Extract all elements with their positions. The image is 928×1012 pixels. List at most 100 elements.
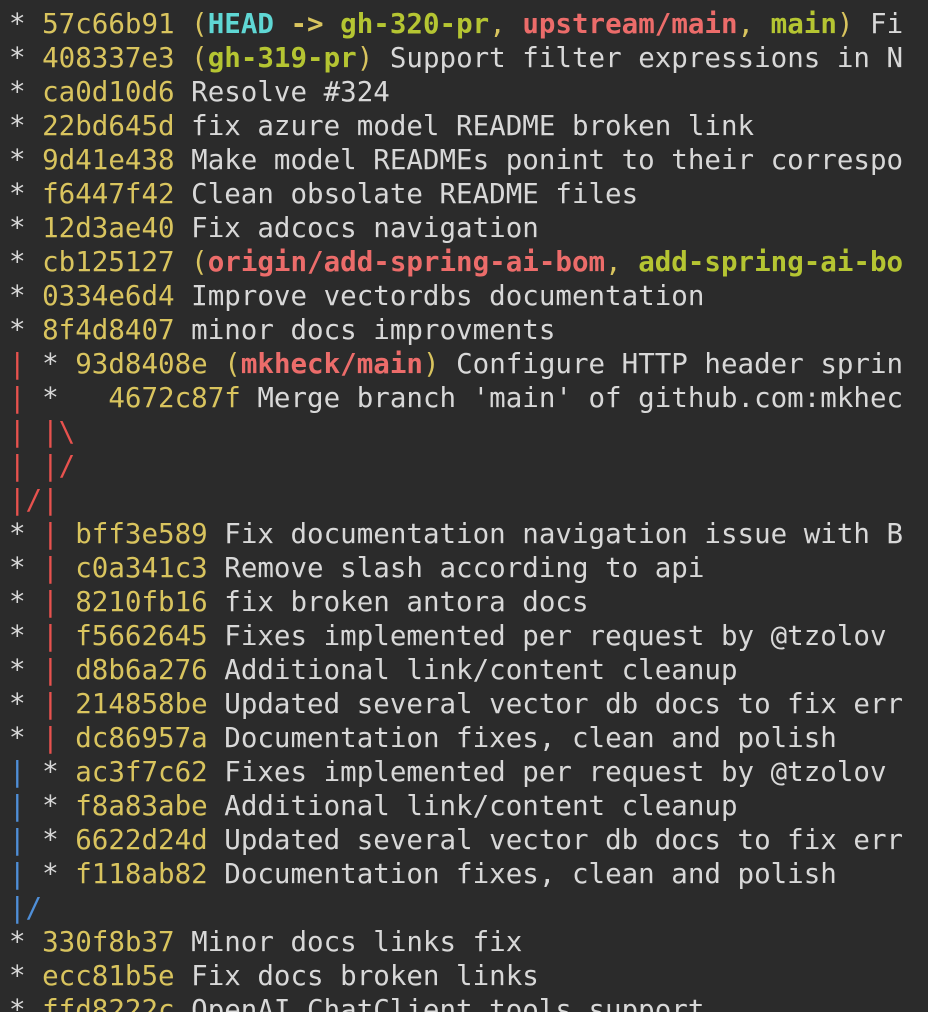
graph-edge: | bbox=[42, 484, 59, 516]
commit-node: * bbox=[9, 994, 43, 1012]
commit-node: * bbox=[9, 110, 43, 142]
commit-hash[interactable]: 8210fb16 bbox=[75, 586, 207, 618]
log-line: * 8f4d8407 minor docs improvments bbox=[0, 313, 928, 347]
ref-local-branch[interactable]: main bbox=[771, 8, 837, 40]
terminal-git-log: * 57c66b91 (HEAD -> gh-320-pr, upstream/… bbox=[0, 0, 928, 1012]
commit-message: Merge branch 'main' of github.com:mkhec bbox=[257, 382, 904, 414]
commit-node: * bbox=[9, 314, 43, 346]
commit-node: * bbox=[9, 586, 43, 618]
graph-edge: | bbox=[42, 688, 76, 720]
commit-hash[interactable]: 22bd645d bbox=[42, 110, 174, 142]
log-line: | * 6622d24d Updated several vector db d… bbox=[0, 823, 928, 857]
log-line: * | f5662645 Fixes implemented per reque… bbox=[0, 619, 928, 653]
ref-paren-open: ( bbox=[191, 246, 208, 278]
commit-hash[interactable]: ffd8222c bbox=[42, 994, 174, 1012]
commit-hash[interactable]: bff3e589 bbox=[75, 518, 207, 550]
log-line: * 22bd645d fix azure model README broken… bbox=[0, 109, 928, 143]
commit-node: * bbox=[9, 926, 43, 958]
commit-hash[interactable]: 12d3ae40 bbox=[42, 212, 174, 244]
commit-hash[interactable]: 408337e3 bbox=[42, 42, 174, 74]
commit-hash[interactable]: ecc81b5e bbox=[42, 960, 174, 992]
log-line: | |\ bbox=[0, 415, 928, 449]
log-line: * ca0d10d6 Resolve #324 bbox=[0, 75, 928, 109]
commit-node: * bbox=[9, 552, 43, 584]
commit-message: Updated several vector db docs to fix er… bbox=[224, 688, 904, 720]
commit-hash[interactable]: cb125127 bbox=[42, 246, 174, 278]
log-line: * | 214858be Updated several vector db d… bbox=[0, 687, 928, 721]
log-line: | * ac3f7c62 Fixes implemented per reque… bbox=[0, 755, 928, 789]
commit-hash[interactable]: ac3f7c62 bbox=[75, 756, 207, 788]
log-line: * 408337e3 (gh-319-pr) Support filter ex… bbox=[0, 41, 928, 75]
ref-local-branch[interactable]: gh-320-pr bbox=[340, 8, 489, 40]
graph-edge: | bbox=[42, 586, 76, 618]
graph-edge: | bbox=[42, 552, 76, 584]
commit-node: * bbox=[42, 824, 76, 856]
log-line: * | 8210fb16 fix broken antora docs bbox=[0, 585, 928, 619]
commit-hash[interactable]: f6447f42 bbox=[42, 178, 174, 210]
commit-message: Additional link/content cleanup bbox=[224, 654, 738, 686]
commit-hash[interactable]: 214858be bbox=[75, 688, 207, 720]
ref-local-branch[interactable]: gh-319-pr bbox=[208, 42, 357, 74]
graph-edge: | bbox=[9, 450, 43, 482]
commit-hash[interactable]: c0a341c3 bbox=[75, 552, 207, 584]
log-line: |/| bbox=[0, 483, 928, 517]
commit-node: * bbox=[9, 688, 43, 720]
ref-remote-branch[interactable]: mkheck/main bbox=[241, 348, 423, 380]
ref-remote-branch[interactable]: upstream/main bbox=[522, 8, 737, 40]
log-line: * ffd8222c OpenAI ChatClient tools suppo… bbox=[0, 993, 928, 1012]
commit-message: Resolve #324 bbox=[191, 76, 390, 108]
graph-edge: | bbox=[9, 382, 43, 414]
log-line: | * f118ab82 Documentation fixes, clean … bbox=[0, 857, 928, 891]
ref-remote-branch[interactable]: origin/add-spring-ai-bom bbox=[208, 246, 605, 278]
log-line: * 0334e6d4 Improve vectordbs documentati… bbox=[0, 279, 928, 313]
ref-paren-open: ( bbox=[224, 348, 241, 380]
commit-hash[interactable]: d8b6a276 bbox=[75, 654, 207, 686]
graph-edge: | bbox=[42, 654, 76, 686]
commit-message: Make model READMEs ponint to their corre… bbox=[191, 144, 904, 176]
commit-message: Documentation fixes, clean and polish bbox=[224, 858, 837, 890]
commit-hash[interactable]: 9d41e438 bbox=[42, 144, 174, 176]
commit-node: * bbox=[9, 178, 43, 210]
commit-hash[interactable]: 0334e6d4 bbox=[42, 280, 174, 312]
commit-hash[interactable]: dc86957a bbox=[75, 722, 207, 754]
graph-edge: | bbox=[9, 858, 43, 890]
commit-node: * bbox=[42, 348, 76, 380]
commit-hash[interactable]: 57c66b91 bbox=[42, 8, 174, 40]
log-line: * 9d41e438 Make model READMEs ponint to … bbox=[0, 143, 928, 177]
commit-message: Minor docs links fix bbox=[191, 926, 523, 958]
commit-node: * bbox=[9, 722, 43, 754]
commit-hash[interactable]: ca0d10d6 bbox=[42, 76, 174, 108]
commit-hash[interactable]: 4672c87f bbox=[108, 382, 240, 414]
commit-message: OpenAI ChatClient tools support bbox=[191, 994, 705, 1012]
commit-node: * bbox=[42, 858, 76, 890]
graph-edge: |/ bbox=[9, 484, 43, 516]
commit-hash[interactable]: f118ab82 bbox=[75, 858, 207, 890]
log-line: * | d8b6a276 Additional link/content cle… bbox=[0, 653, 928, 687]
ref-head-label[interactable]: HEAD bbox=[208, 8, 274, 40]
log-line: | * 4672c87f Merge branch 'main' of gith… bbox=[0, 381, 928, 415]
ref-local-branch[interactable]: add-spring-ai-bo bbox=[638, 246, 903, 278]
commit-message: Configure HTTP header sprin bbox=[456, 348, 904, 380]
log-line: * | dc86957a Documentation fixes, clean … bbox=[0, 721, 928, 755]
log-line: | * f8a83abe Additional link/content cle… bbox=[0, 789, 928, 823]
commit-node: * bbox=[9, 654, 43, 686]
commit-message: Improve vectordbs documentation bbox=[191, 280, 705, 312]
ref-arrow: -> bbox=[273, 8, 341, 40]
log-line: * 330f8b37 Minor docs links fix bbox=[0, 925, 928, 959]
commit-hash[interactable]: f8a83abe bbox=[75, 790, 207, 822]
commit-hash[interactable]: f5662645 bbox=[75, 620, 207, 652]
commit-hash[interactable]: 8f4d8407 bbox=[42, 314, 174, 346]
commit-message: Remove slash according to api bbox=[224, 552, 705, 584]
commit-message: fix azure model README broken link bbox=[191, 110, 755, 142]
log-line: | |/ bbox=[0, 449, 928, 483]
commit-hash[interactable]: 330f8b37 bbox=[42, 926, 174, 958]
commit-message: Additional link/content cleanup bbox=[224, 790, 738, 822]
commit-hash[interactable]: 6622d24d bbox=[75, 824, 207, 856]
ref-paren-close: ) bbox=[356, 42, 374, 74]
commit-node: * bbox=[9, 280, 43, 312]
commit-hash[interactable]: 93d8408e bbox=[75, 348, 207, 380]
graph-edge: | bbox=[9, 756, 43, 788]
commit-node: * bbox=[9, 8, 43, 40]
log-line: |/ bbox=[0, 891, 928, 925]
commit-message: Fix docs broken links bbox=[191, 960, 539, 992]
